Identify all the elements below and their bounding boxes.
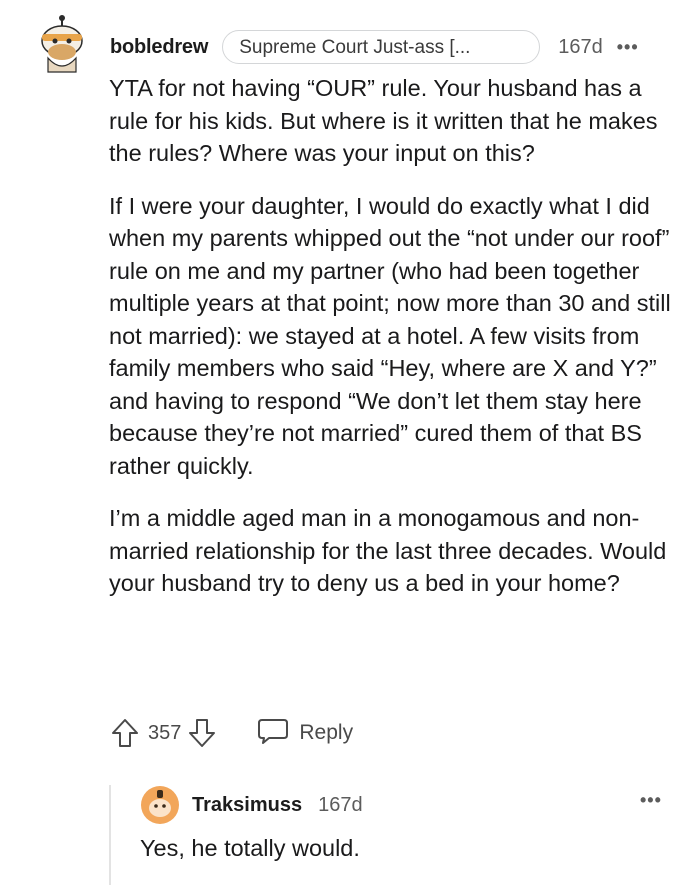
upvote-icon[interactable]: [110, 717, 140, 749]
comment-paragraph: If I were your daughter, I would do exac…: [109, 192, 671, 479]
reply-more-options-icon[interactable]: •••: [640, 790, 662, 811]
comment-header: bobledrew Supreme Court Just-ass [... 16…: [110, 29, 678, 65]
chat-bubble-icon: [257, 716, 289, 751]
user-avatar[interactable]: [36, 14, 88, 76]
thread-line[interactable]: [109, 785, 111, 885]
comment-paragraph: YTA for not having “OUR” rule. Your husb…: [109, 75, 658, 166]
reply-age: 167d: [318, 793, 363, 816]
more-options-icon[interactable]: •••: [617, 37, 639, 58]
reply-user-avatar[interactable]: [140, 785, 180, 825]
downvote-icon[interactable]: [187, 717, 217, 749]
comment-paragraph: I’m a middle aged man in a monogamous an…: [109, 505, 667, 596]
user-flair: Supreme Court Just-ass [...: [222, 30, 541, 64]
reply-body: Yes, he totally would.: [140, 835, 360, 861]
comment-body: YTA for not having “OUR” rule. Your husb…: [109, 72, 679, 620]
reply-username[interactable]: Traksimuss: [192, 794, 302, 817]
comment-age: 167d: [558, 35, 603, 58]
username[interactable]: bobledrew: [110, 36, 208, 59]
reply-button[interactable]: Reply: [257, 716, 353, 751]
vote-score: 357: [148, 721, 182, 744]
comment-actions: 357 Reply: [110, 714, 353, 752]
reply-header: Traksimuss 167d: [192, 790, 363, 820]
reply-label: Reply: [299, 721, 354, 744]
